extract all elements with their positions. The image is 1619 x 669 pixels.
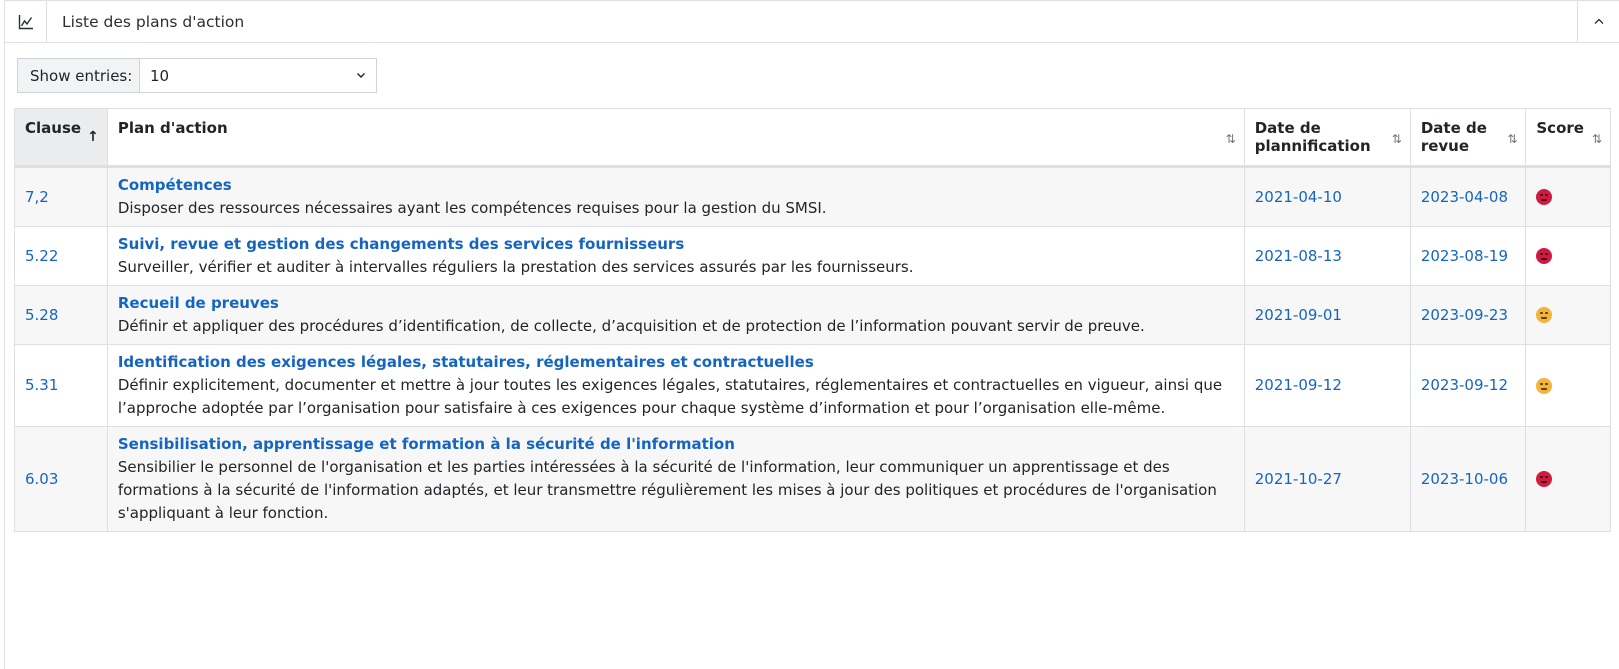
plan-description: Définir et appliquer des procédures d’id… <box>117 317 1145 335</box>
action-plans-panel: Liste des plans d'action Show entries: 1… <box>4 0 1619 669</box>
sort-asc-icon: ↑ <box>87 129 99 145</box>
table-row: 5.22 Suivi, revue et gestion des changem… <box>14 226 1611 286</box>
plan-cell: Recueil de preuves Définir et appliquer … <box>106 285 1245 345</box>
column-header-plan[interactable]: Plan d'action ⇅ <box>106 108 1245 168</box>
action-plans-table: Clause ↑ Plan d'action ⇅ Date de plannif… <box>14 108 1611 532</box>
show-entries-control: Show entries: 10 <box>17 58 377 93</box>
score-face-icon <box>1536 471 1553 487</box>
score-face-icon <box>1536 377 1553 394</box>
review-date-cell: 2023-04-08 <box>1409 166 1527 227</box>
table-row: 6.03 Sensibilisation, apprentissage et f… <box>14 426 1611 532</box>
plan-cell: Identification des exigences légales, st… <box>106 344 1245 427</box>
plan-date-cell: 2021-09-01 <box>1243 285 1411 345</box>
clause-cell: 7,2 <box>14 166 108 227</box>
entries-per-page-select[interactable]: 10 <box>140 59 376 92</box>
clause-link[interactable]: 5.31 <box>25 376 58 394</box>
column-header-score[interactable]: Score ⇅ <box>1525 108 1611 168</box>
review-date-link[interactable]: 2023-09-23 <box>1421 306 1508 324</box>
show-entries-label: Show entries: <box>18 59 140 92</box>
plan-title-link[interactable]: Identification des exigences légales, st… <box>118 351 1234 374</box>
table-row: 7,2 Compétences Disposer des ressources … <box>14 166 1611 227</box>
chevron-down-icon <box>357 73 365 78</box>
clause-cell: 5.22 <box>14 226 108 286</box>
plan-date-link[interactable]: 2021-08-13 <box>1255 247 1342 265</box>
score-cell <box>1525 426 1611 532</box>
panel-header: Liste des plans d'action <box>5 1 1619 43</box>
plan-description: Sensibilier le personnel de l'organisati… <box>117 458 1217 522</box>
sort-icon: ⇅ <box>1591 132 1602 146</box>
plan-title-link[interactable]: Compétences <box>118 174 1234 197</box>
collapse-button[interactable] <box>1577 1 1619 42</box>
sort-icon: ⇅ <box>1391 132 1402 146</box>
plan-description: Disposer des ressources nécessaires ayan… <box>117 199 827 217</box>
chevron-up-icon <box>1594 18 1603 24</box>
clause-link[interactable]: 5.22 <box>25 247 58 265</box>
table-row: 5.28 Recueil de preuves Définir et appli… <box>14 285 1611 345</box>
clause-link[interactable]: 7,2 <box>25 188 49 206</box>
plan-date-link[interactable]: 2021-10-27 <box>1255 470 1342 488</box>
review-date-link[interactable]: 2023-08-19 <box>1421 247 1508 265</box>
plan-title-link[interactable]: Recueil de preuves <box>118 292 1234 315</box>
plan-date-link[interactable]: 2021-04-10 <box>1255 188 1342 206</box>
clause-link[interactable]: 5.28 <box>25 306 58 324</box>
entries-per-page-value: 10 <box>150 66 170 85</box>
review-date-cell: 2023-10-06 <box>1409 426 1527 532</box>
review-date-link[interactable]: 2023-04-08 <box>1421 188 1508 206</box>
clause-cell: 5.28 <box>14 285 108 345</box>
review-date-cell: 2023-09-23 <box>1409 285 1527 345</box>
clause-link[interactable]: 6.03 <box>25 470 58 488</box>
line-chart-icon <box>5 1 47 42</box>
review-date-link[interactable]: 2023-09-12 <box>1421 376 1508 394</box>
clause-cell: 5.31 <box>14 344 108 427</box>
column-header-review-date[interactable]: Date de revue ⇅ <box>1409 108 1527 168</box>
column-header-plan-date[interactable]: Date de plannification ⇅ <box>1243 108 1411 168</box>
clause-cell: 6.03 <box>14 426 108 532</box>
score-cell <box>1525 344 1611 427</box>
score-cell <box>1525 166 1611 227</box>
review-date-cell: 2023-09-12 <box>1409 344 1527 427</box>
plan-date-cell: 2021-04-10 <box>1243 166 1411 227</box>
panel-title: Liste des plans d'action <box>62 12 245 31</box>
review-date-cell: 2023-08-19 <box>1409 226 1527 286</box>
plan-title-link[interactable]: Sensibilisation, apprentissage et format… <box>118 433 1234 456</box>
plan-date-cell: 2021-09-12 <box>1243 344 1411 427</box>
table-row: 5.31 Identification des exigences légale… <box>14 344 1611 427</box>
table-header-row: Clause ↑ Plan d'action ⇅ Date de plannif… <box>14 108 1611 168</box>
plan-cell: Compétences Disposer des ressources néce… <box>106 166 1245 227</box>
plan-date-link[interactable]: 2021-09-12 <box>1255 376 1342 394</box>
sort-icon: ⇅ <box>1225 132 1236 146</box>
plan-date-link[interactable]: 2021-09-01 <box>1255 306 1342 324</box>
plan-title-link[interactable]: Suivi, revue et gestion des changements … <box>118 233 1234 256</box>
sort-icon: ⇅ <box>1507 132 1518 146</box>
review-date-link[interactable]: 2023-10-06 <box>1421 470 1508 488</box>
plan-cell: Sensibilisation, apprentissage et format… <box>106 426 1245 532</box>
plan-cell: Suivi, revue et gestion des changements … <box>106 226 1245 286</box>
score-face-icon <box>1536 307 1553 323</box>
plan-date-cell: 2021-08-13 <box>1243 226 1411 286</box>
plan-date-cell: 2021-10-27 <box>1243 426 1411 532</box>
plan-description: Définir explicitement, documenter et met… <box>117 376 1223 417</box>
plan-description: Surveiller, vérifier et auditer à interv… <box>117 258 914 276</box>
score-cell <box>1525 285 1611 345</box>
score-face-icon <box>1536 248 1553 264</box>
score-cell <box>1525 226 1611 286</box>
column-header-clause[interactable]: Clause ↑ <box>14 108 108 168</box>
score-face-icon <box>1536 189 1553 205</box>
